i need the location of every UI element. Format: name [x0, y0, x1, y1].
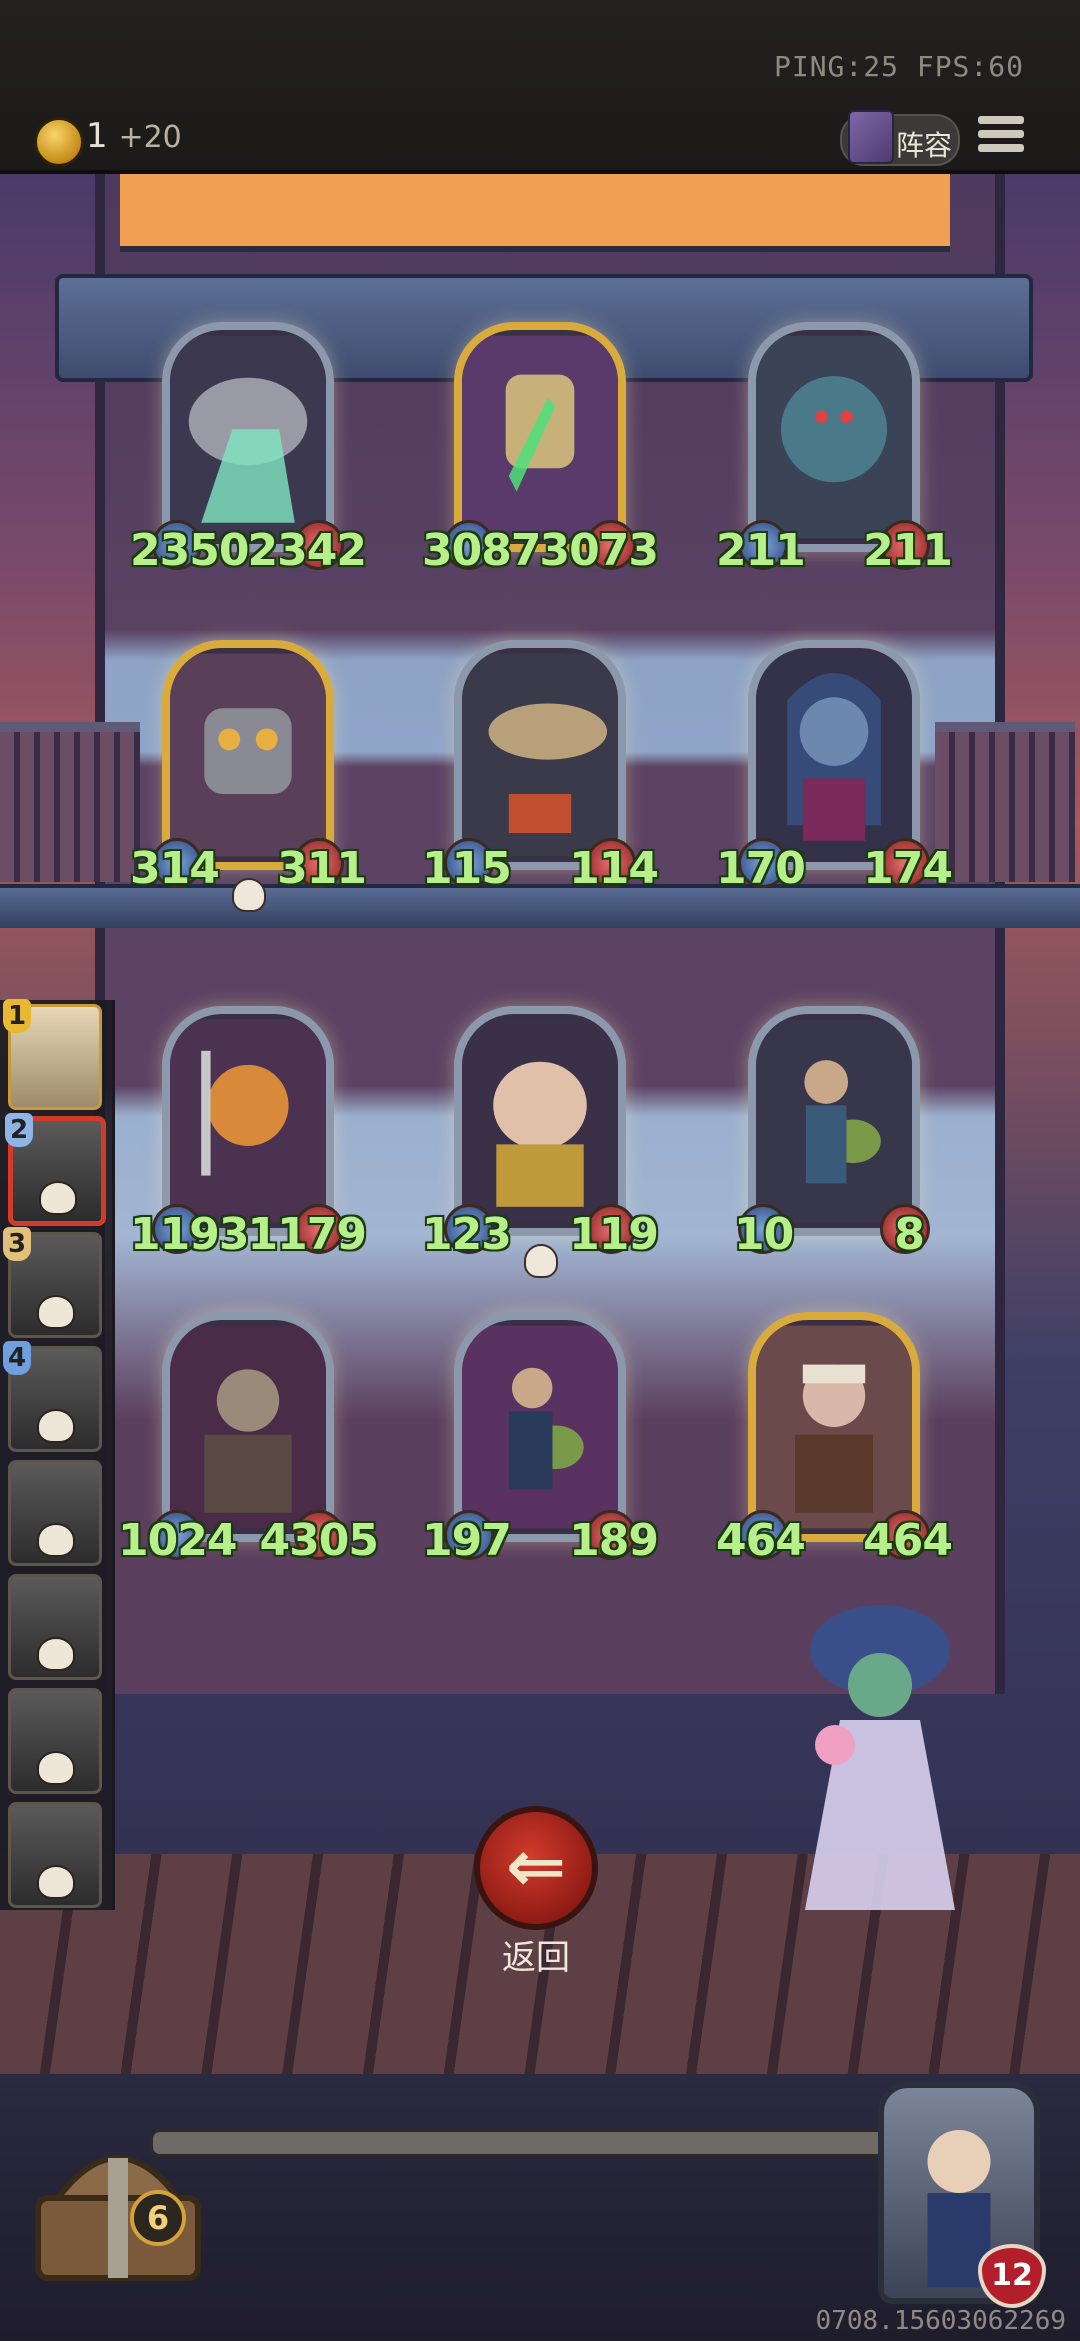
- unit-health: 174: [863, 843, 953, 894]
- unit-attack: 1024: [118, 1515, 237, 1566]
- rank-badge: 1: [3, 999, 31, 1033]
- unit-portrait: [162, 1312, 334, 1542]
- stone-edge: [150, 2129, 936, 2157]
- unit-attack: 3087: [422, 525, 541, 576]
- unit-card-r1c3[interactable]: 211 211: [716, 322, 953, 582]
- player-slot-6[interactable]: [8, 1574, 102, 1680]
- build-id: 0708.15603062269: [815, 2306, 1066, 2336]
- unit-health: 211: [863, 525, 953, 576]
- skull-icon: [37, 1295, 75, 1329]
- unit-health: 464: [863, 1515, 953, 1566]
- unit-health: 1179: [247, 1209, 367, 1260]
- gold-coin-icon: [34, 117, 84, 167]
- unit-portrait: [162, 322, 334, 552]
- player-slot-7[interactable]: [8, 1688, 102, 1794]
- player-slot-2[interactable]: 2: [5, 1113, 106, 1226]
- unit-portrait: [162, 1006, 334, 1236]
- tower-windows: [120, 174, 950, 252]
- unit-attack: 170: [716, 843, 806, 894]
- balcony-right: [935, 722, 1075, 882]
- unit-portrait: [748, 1312, 920, 1542]
- unit-portrait: [454, 640, 626, 870]
- player-slot-8[interactable]: [8, 1802, 102, 1908]
- unit-card-r3c3[interactable]: 10 8: [734, 1006, 934, 1266]
- unit-attack: 115: [422, 843, 512, 894]
- lineup-label: 阵容: [896, 129, 953, 162]
- player-slot-1[interactable]: 1: [3, 999, 102, 1110]
- unit-portrait: [748, 322, 920, 552]
- unit-attack: 123: [422, 1209, 512, 1260]
- unit-card-r2c2[interactable]: 115 114: [422, 640, 659, 900]
- unit-card-r1c1[interactable]: 2350 2342: [130, 322, 367, 582]
- unit-portrait: [748, 640, 920, 870]
- unit-attack: 314: [130, 843, 220, 894]
- unit-card-r4c3[interactable]: 464 464: [716, 1312, 953, 1572]
- hero-character: [805, 1605, 955, 1910]
- player-sidebar: 1 2 3 4: [0, 999, 115, 1910]
- unit-portrait: [748, 1006, 920, 1236]
- gold-counter: 1 +20: [86, 116, 182, 156]
- unit-card-r1c2[interactable]: 3087 3073: [422, 322, 659, 582]
- unit-health: 4305: [259, 1515, 379, 1566]
- player-slot-4[interactable]: 4: [3, 1341, 102, 1452]
- unit-attack: 197: [422, 1515, 512, 1566]
- unit-card-r3c2[interactable]: 123 119: [422, 1006, 659, 1278]
- unit-portrait: [454, 1006, 626, 1236]
- back-button[interactable]: ⇐: [474, 1806, 598, 1930]
- skull-icon: [37, 1523, 75, 1557]
- unit-card-r4c1[interactable]: 1024 4305: [118, 1312, 379, 1572]
- chest-icon[interactable]: [18, 2098, 218, 2298]
- skull-icon: [39, 1181, 77, 1215]
- rank-badge: 2: [5, 1113, 33, 1147]
- lineup-button[interactable]: 阵容: [840, 110, 960, 166]
- gold-amount: 1: [86, 116, 108, 156]
- unit-health: 189: [569, 1515, 659, 1566]
- skull-icon: [37, 1409, 75, 1443]
- unit-portrait: [454, 322, 626, 552]
- rank-badge: 4: [3, 1341, 31, 1375]
- book-icon: [848, 110, 894, 164]
- balcony-left: [0, 722, 140, 882]
- skull-icon: [37, 1637, 75, 1671]
- unit-attack: 211: [716, 525, 806, 576]
- unit-attack: 2350: [130, 525, 249, 576]
- top-bar: PING:25 FPS:60 1 +20 阵容: [0, 0, 1080, 174]
- unit-attack: 1193: [130, 1209, 249, 1260]
- rank-badge: 3: [3, 1227, 31, 1261]
- unit-health: 3073: [539, 525, 659, 576]
- player-slot-3[interactable]: 3: [3, 1227, 102, 1338]
- unit-portrait: [454, 1312, 626, 1542]
- back-label: 返回: [502, 1938, 570, 1978]
- unit-health: 119: [569, 1209, 659, 1260]
- unit-card-r2c1[interactable]: 314 311: [130, 640, 367, 912]
- unit-portrait: [162, 640, 334, 870]
- unit-card-r4c2[interactable]: 197 189: [422, 1312, 659, 1572]
- gold-income: +20: [118, 120, 182, 155]
- skull-icon: [37, 1865, 75, 1899]
- ping-fps-readout: PING:25 FPS:60: [773, 50, 1024, 83]
- unit-health: 2342: [247, 525, 367, 576]
- unit-attack: 464: [716, 1515, 806, 1566]
- unit-attack: 10: [734, 1209, 794, 1260]
- unit-health: 311: [277, 843, 367, 894]
- unit-card-r2c3[interactable]: 170 174: [716, 640, 953, 900]
- skull-icon: [37, 1751, 75, 1785]
- skull-icon: [524, 1244, 558, 1278]
- menu-icon[interactable]: [978, 116, 1024, 156]
- arrow-left-icon: ⇐: [505, 1824, 567, 1908]
- player-slot-5[interactable]: [8, 1460, 102, 1566]
- chest-count: 6: [130, 2190, 186, 2246]
- skull-icon: [232, 878, 266, 912]
- unit-card-r3c1[interactable]: 1193 1179: [130, 1006, 367, 1266]
- unit-health: 114: [569, 843, 659, 894]
- unit-health: 8: [894, 1209, 925, 1260]
